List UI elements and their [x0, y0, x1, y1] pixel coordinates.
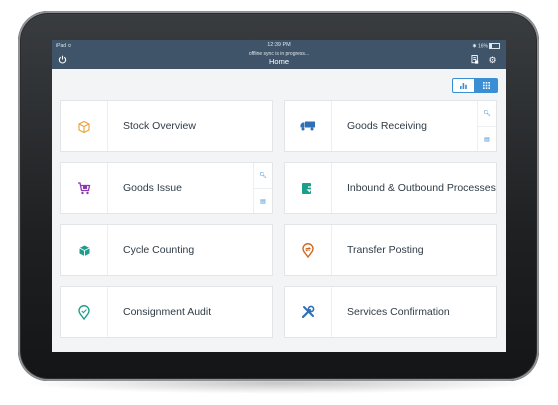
nav-bar: offline sync is in progress... Home ⚙: [52, 51, 506, 69]
settings-button[interactable]: ⚙: [487, 55, 498, 66]
clock: 12:39 PM: [267, 42, 291, 48]
truck-icon: [300, 121, 315, 131]
audit-pin-icon: [78, 304, 90, 320]
tile-label: Goods Issue: [123, 181, 182, 194]
search-icon: 🔍︎: [259, 173, 267, 179]
tile-icon-box: [61, 163, 108, 213]
gear-icon: ⚙: [488, 55, 497, 65]
search-action-button[interactable]: 🔍︎: [478, 101, 496, 126]
tile-label: Cycle Counting: [123, 243, 195, 256]
list-icon: ▤: [260, 198, 266, 205]
tile-transfer-posting[interactable]: Transfer Posting: [284, 224, 497, 276]
tile-actions: 🔍︎ ▤: [477, 101, 496, 151]
bar-chart-icon: [460, 82, 467, 89]
grid-view-button[interactable]: [475, 78, 498, 93]
tile-label: Goods Receiving: [347, 119, 427, 132]
tile-cycle-counting[interactable]: Cycle Counting: [60, 224, 273, 276]
tile-label: Transfer Posting: [347, 243, 424, 256]
tile-icon-box: [61, 225, 108, 275]
location-pin-icon: [302, 242, 314, 258]
tile-goods-receiving[interactable]: Goods Receiving 🔍︎ ▤: [284, 100, 497, 152]
tile-icon-box: [285, 163, 332, 213]
box-icon: [78, 120, 90, 133]
tile-icon-box: [285, 225, 332, 275]
tile-label: Consignment Audit: [123, 305, 212, 318]
tile-label: Inbound & Outbound Processes: [347, 181, 496, 194]
tile-inbound-outbound-processes[interactable]: Inbound & Outbound Processes: [284, 162, 497, 214]
document-icon: [470, 55, 478, 64]
tile-goods-issue[interactable]: Goods Issue 🔍︎ ▤: [60, 162, 273, 214]
power-icon: [58, 55, 67, 64]
tools-icon: [301, 305, 315, 319]
view-toggle: [452, 78, 498, 93]
tile-label: Services Confirmation: [347, 305, 450, 318]
tile-stock-overview[interactable]: Stock Overview: [60, 100, 273, 152]
tile-consignment-audit[interactable]: Consignment Audit: [60, 286, 273, 338]
tile-services-confirmation[interactable]: Services Confirmation: [284, 286, 497, 338]
battery-indicator: ✱ 16%: [472, 43, 500, 49]
grid-icon: [483, 82, 490, 89]
search-action-button[interactable]: 🔍︎: [254, 163, 272, 188]
search-icon: 🔍︎: [483, 111, 491, 117]
tile-label: Stock Overview: [123, 119, 196, 132]
documents-button[interactable]: [469, 55, 480, 66]
battery-label: ✱ 16%: [472, 43, 488, 50]
list-icon: ▤: [484, 136, 490, 143]
tile-icon-box: [285, 101, 332, 151]
tile-icon-box: [61, 101, 108, 151]
tile-icon-box: [61, 287, 108, 337]
list-action-button[interactable]: ▤: [478, 126, 496, 151]
page-title: Home: [268, 57, 289, 66]
list-action-button[interactable]: ▤: [254, 188, 272, 213]
app-screen: iPad ≎ 12:39 PM ✱ 16% offline sync is in…: [52, 40, 506, 352]
battery-icon: [489, 43, 500, 49]
transfer-icon: [302, 182, 315, 194]
power-button[interactable]: [57, 55, 68, 66]
cube-icon: [78, 245, 90, 256]
cart-icon: [78, 181, 91, 194]
tile-icon-box: [285, 287, 332, 337]
chart-view-button[interactable]: [452, 78, 475, 93]
tile-actions: 🔍︎ ▤: [253, 163, 272, 213]
